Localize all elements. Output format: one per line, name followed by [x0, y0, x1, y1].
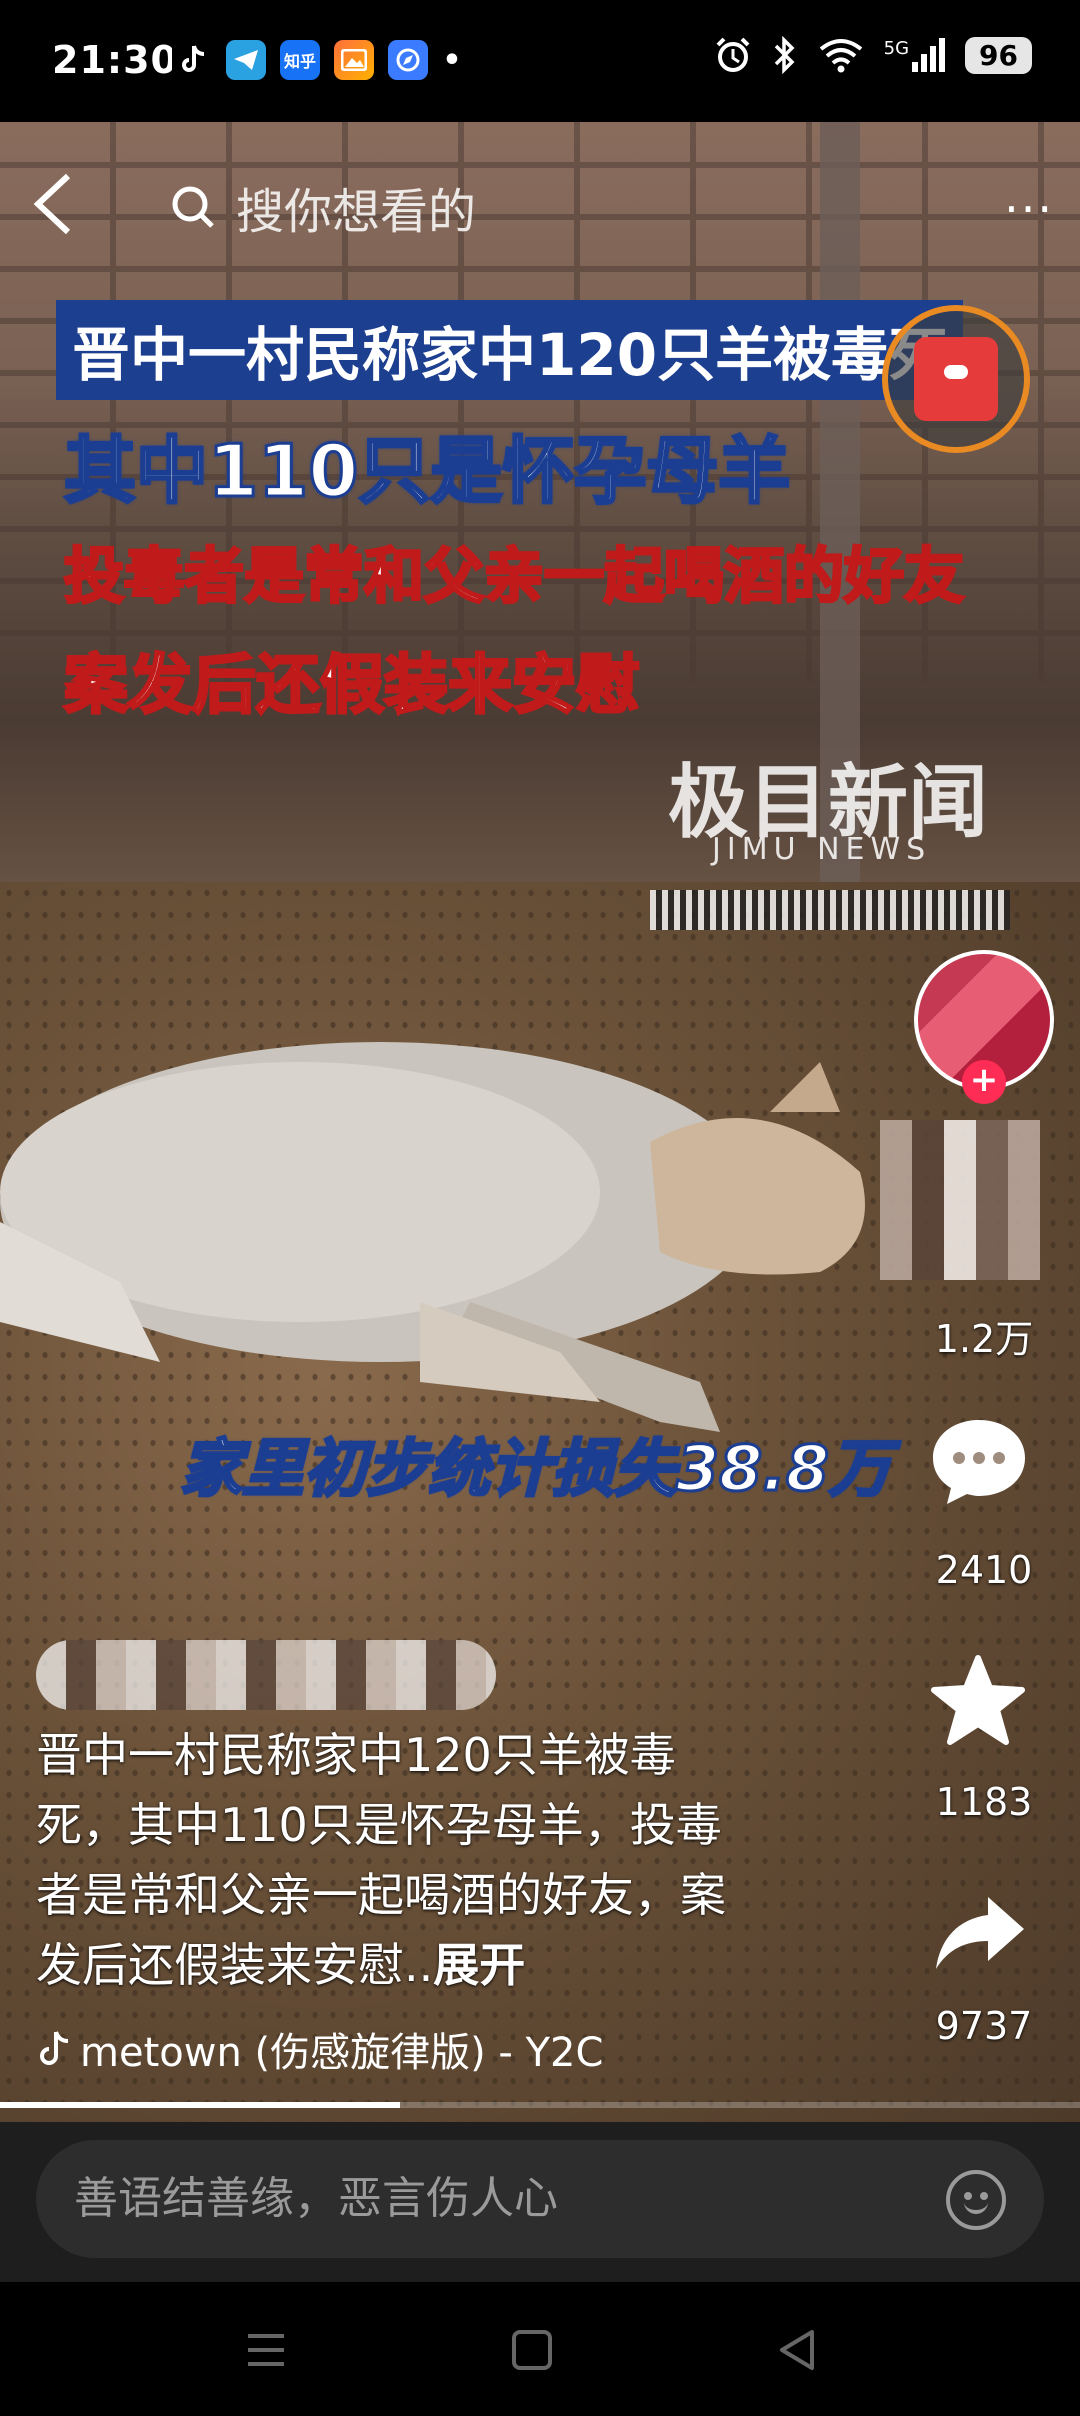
system-navigation-bar [0, 2282, 1080, 2416]
music-title: metown (伤感旋律版) - Y2C [80, 2030, 604, 2076]
comment-icon [933, 1420, 1025, 1504]
red-packet-button[interactable] [882, 305, 1030, 453]
top-navigation: 搜你想看的 ··· [0, 122, 1080, 282]
smiley-icon [964, 2202, 988, 2214]
comment-button[interactable] [924, 1412, 1034, 1512]
follow-button[interactable]: + [962, 1060, 1006, 1104]
video-description: 晋中一村民称家中120只羊被毒死，其中110只是怀孕母羊，投毒者是常和父亲一起喝… [36, 1720, 756, 2000]
more-options-button[interactable]: ··· [1004, 182, 1054, 236]
battery-level: 96 [965, 36, 1032, 74]
back-button[interactable] [30, 172, 90, 235]
share-count: 9737 [935, 2004, 1033, 2048]
gallery-icon [334, 40, 374, 80]
cellular-signal-icon: 5G [883, 38, 946, 72]
chevron-left-icon [33, 173, 71, 235]
zhihu-icon: 知乎 [280, 40, 320, 80]
favorite-button[interactable] [928, 1650, 1028, 1750]
alarm-icon [716, 37, 750, 72]
redacted-text [650, 890, 1010, 930]
network-type: 5G [883, 38, 910, 59]
like-button[interactable] [880, 1120, 1040, 1280]
bluetooth-icon [774, 36, 795, 74]
description-text: 晋中一村民称家中120只羊被毒死，其中110只是怀孕母羊，投毒者是常和父亲一起喝… [36, 1728, 726, 1992]
comment-count: 2410 [935, 1548, 1033, 1592]
sheep-image [0, 1042, 865, 1432]
music-info[interactable]: metown (伤感旋律版) - Y2C [36, 2020, 603, 2078]
news-watermark-sub: JIMU NEWS [712, 832, 932, 867]
status-indicators: 5G 96 [714, 36, 1032, 74]
share-arrow-icon [936, 1897, 1024, 1969]
playback-progress-fill [0, 2102, 400, 2108]
like-count: 1.2万 [934, 1317, 1034, 1361]
home-square-icon[interactable] [506, 2324, 558, 2376]
share-button[interactable] [930, 1888, 1030, 1978]
music-note-icon [40, 2031, 69, 2065]
video-caption-line-3: 投毒者是常和父亲一起喝酒的好友 [63, 541, 966, 614]
search-bar[interactable]: 搜你想看的 [170, 172, 476, 242]
favorite-count: 1183 [935, 1780, 1033, 1824]
playback-progress-bar[interactable] [0, 2102, 1080, 2108]
search-placeholder: 搜你想看的 [236, 184, 477, 240]
expand-button[interactable]: 展开 [433, 1938, 525, 1992]
video-caption-line-4: 案发后还假装来安慰 [63, 648, 642, 725]
telegram-icon [226, 40, 266, 80]
more-notifications-dot: • [442, 42, 462, 78]
video-caption-line-1: 晋中一村民称家中120只羊被毒死 [56, 300, 964, 400]
back-triangle-icon[interactable] [772, 2324, 824, 2376]
comment-bar: 善语结善缘，恶言伤人心 [0, 2122, 1080, 2282]
red-packet-icon [914, 337, 998, 421]
comment-input[interactable]: 善语结善缘，恶言伤人心 [36, 2140, 1044, 2258]
search-icon [172, 186, 214, 228]
menu-icon[interactable] [240, 2324, 292, 2376]
browser-icon [388, 40, 428, 80]
loss-caption: 家里初步统计损失38.8万 [179, 1431, 893, 1507]
status-bar: 21:30 知乎 • 5G 96 [0, 0, 1080, 122]
star-icon [931, 1655, 1025, 1745]
wifi-icon [819, 39, 862, 73]
author-name-pixelated[interactable] [36, 1640, 496, 1710]
tiktok-icon [172, 40, 212, 80]
status-time: 21:30 [52, 38, 178, 82]
video-caption-line-2: 其中110只是怀孕母羊 [62, 428, 791, 515]
notification-icons: 知乎 • [172, 40, 462, 80]
emoji-button[interactable] [946, 2170, 1006, 2230]
